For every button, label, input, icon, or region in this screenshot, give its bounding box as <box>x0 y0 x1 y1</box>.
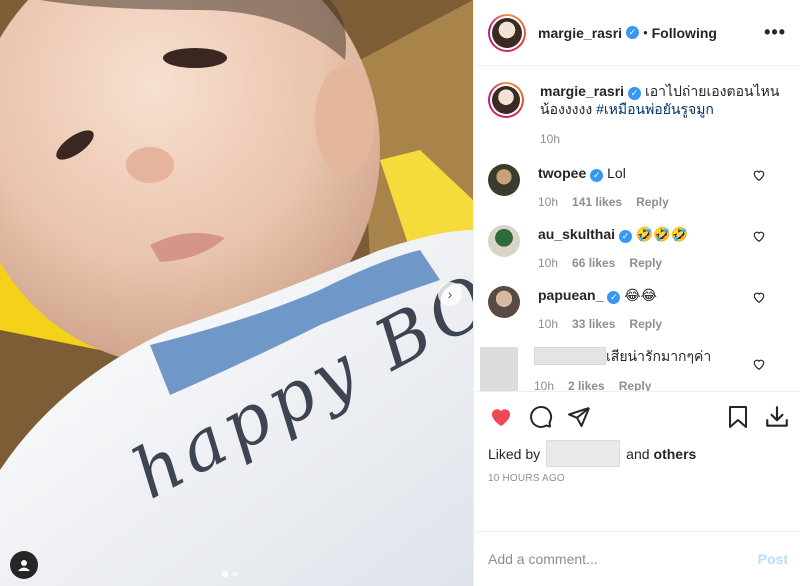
comment-username[interactable]: papuean_ <box>538 287 603 303</box>
more-icon[interactable]: ••• <box>764 22 786 43</box>
comment-time[interactable]: 10h <box>534 379 554 391</box>
comment-username[interactable]: au_skulthai <box>538 226 615 242</box>
reply-button[interactable]: Reply <box>629 256 662 270</box>
heart-icon[interactable] <box>752 290 766 304</box>
commenter-avatar[interactable] <box>488 164 520 196</box>
post-header: margie_rasri ✓ • Following ••• <box>474 0 800 66</box>
caption-time[interactable]: 10h <box>540 132 560 146</box>
carousel-dots <box>222 571 238 577</box>
caption-username[interactable]: margie_rasri <box>540 83 624 99</box>
comment-likes[interactable]: 141 likes <box>572 195 622 209</box>
next-arrow-icon[interactable]: › <box>438 282 462 306</box>
comment-item: au_skulthai ✓ 🤣🤣🤣 10h 66 likes Reply <box>488 225 786 270</box>
action-bar <box>488 402 790 432</box>
heart-icon[interactable] <box>752 229 766 243</box>
verified-icon: ✓ <box>607 291 621 304</box>
comment-text: Lol <box>607 165 626 181</box>
verified-icon: ✓ <box>628 87 642 100</box>
comment-item: twopee ✓ Lol 10h 141 likes Reply <box>488 164 786 209</box>
caption-hashtag[interactable]: #เหมือนพ่อยันรูจมูก <box>596 101 714 117</box>
others-link[interactable]: others <box>654 446 697 462</box>
commenter-avatar[interactable] <box>488 225 520 257</box>
carousel-dot <box>222 571 228 577</box>
comment-likes[interactable]: 2 likes <box>568 379 605 391</box>
post-timestamp[interactable]: 10 HOURS AGO <box>488 473 790 484</box>
verified-icon: ✓ <box>590 169 604 182</box>
user-tag-icon[interactable] <box>10 551 38 579</box>
redacted-username <box>534 347 606 365</box>
comment-text: 😂😂 <box>624 287 657 303</box>
share-icon[interactable] <box>566 405 592 429</box>
comment-icon[interactable] <box>528 405 554 429</box>
heart-icon[interactable] <box>488 405 514 429</box>
liked-by-and: and <box>626 445 650 462</box>
comment-text: 🤣🤣🤣 <box>635 226 689 242</box>
comments-list: margie_rasri ✓ เอาไปถ่ายเองตอนไหนน้องงงงง… <box>474 66 800 391</box>
commenter-avatar-redacted <box>480 347 518 391</box>
download-icon[interactable] <box>764 404 790 430</box>
comment-text: เสียน่ารักมากๆค่า <box>606 348 712 364</box>
baby-photo: happy BO <box>0 0 473 586</box>
liked-by-prefix: Liked by <box>488 445 541 462</box>
verified-icon: ✓ <box>626 26 640 39</box>
reply-button[interactable]: Reply <box>629 317 662 331</box>
heart-icon[interactable] <box>752 168 766 182</box>
bookmark-icon[interactable] <box>726 404 750 430</box>
commenter-avatar[interactable] <box>488 286 520 318</box>
comment-item: papuean_ ✓ 😂😂 10h 33 likes Reply <box>488 286 786 331</box>
separator: • <box>643 25 648 40</box>
comment-time[interactable]: 10h <box>538 256 558 270</box>
comment-item: เสียน่ารักมากๆค่า 10h 2 likes Reply <box>480 347 786 391</box>
post-actions: Liked by and others 10 HOURS AGO <box>474 391 800 531</box>
reply-button[interactable]: Reply <box>636 195 669 209</box>
following-button[interactable]: Following <box>652 25 717 41</box>
heart-icon[interactable] <box>752 357 766 371</box>
caption-avatar[interactable] <box>488 82 524 118</box>
comment-time[interactable]: 10h <box>538 195 558 209</box>
post-button[interactable]: Post <box>758 551 788 567</box>
comment-input[interactable] <box>488 551 758 567</box>
comment-likes[interactable]: 66 likes <box>572 256 615 270</box>
carousel-dot <box>232 571 238 577</box>
reply-button[interactable]: Reply <box>619 379 652 391</box>
comment-username[interactable]: twopee <box>538 165 586 181</box>
redacted-liker <box>546 440 621 467</box>
comment-time[interactable]: 10h <box>538 317 558 331</box>
caption: margie_rasri ✓ เอาไปถ่ายเองตอนไหนน้องงงงง… <box>488 82 786 146</box>
instagram-post: happy BO › margie_rasri ✓ • Following ••… <box>0 0 800 586</box>
comment-likes[interactable]: 33 likes <box>572 317 615 331</box>
add-comment-bar: Post <box>474 531 800 586</box>
liked-by: Liked by and others <box>488 440 790 467</box>
author-avatar[interactable] <box>488 13 526 52</box>
verified-icon: ✓ <box>619 230 633 243</box>
author-username[interactable]: margie_rasri <box>538 25 622 41</box>
post-photo[interactable]: happy BO › <box>0 0 473 586</box>
post-panel: margie_rasri ✓ • Following ••• margie_ra… <box>473 0 800 586</box>
